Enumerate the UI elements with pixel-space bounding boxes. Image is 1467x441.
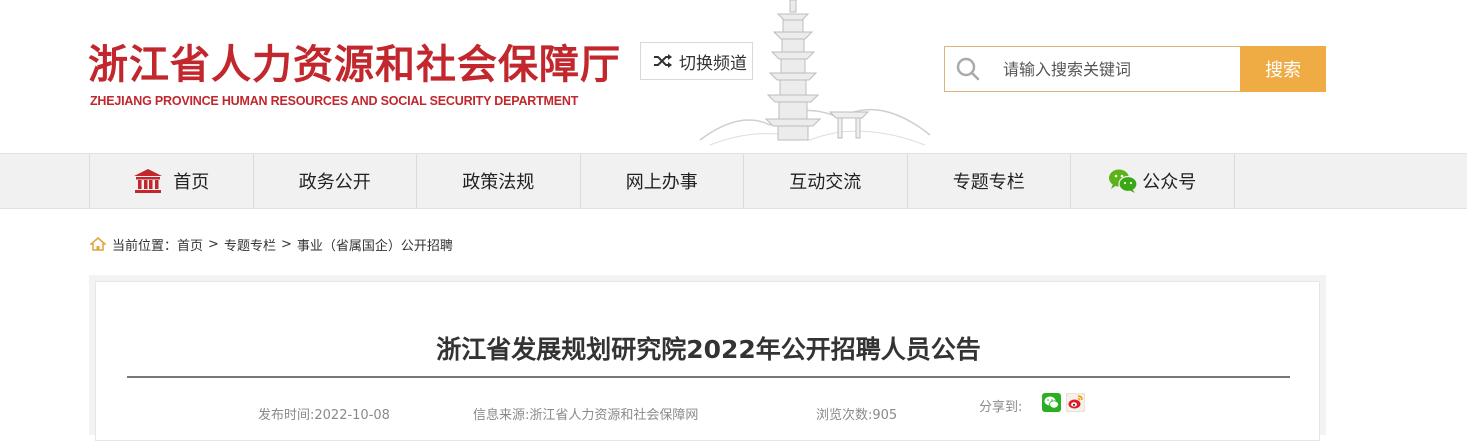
site-logo-title[interactable]: 浙江省人力资源和社会保障厅 [88, 32, 621, 90]
nav-item-label: 网上办事 [625, 172, 698, 193]
nav-item-home[interactable]: 首页 [90, 154, 254, 208]
search-input[interactable] [1003, 59, 1223, 79]
publish-time: 发布时间:2022-10-08 [258, 408, 390, 423]
breadcrumb-separator: > [208, 236, 219, 252]
share-label: 分享到: [979, 400, 1023, 415]
main-nav: 首页 政务公开 政策法规 网上办事 互动交流 专题专栏 公众号 [0, 153, 1467, 209]
breadcrumb-link-special-topics[interactable]: 专题专栏 [224, 235, 276, 254]
breadcrumb-prefix: 当前位置： [112, 238, 178, 254]
pagoda-illustration [699, 0, 931, 146]
nav-item-label: 政策法规 [462, 172, 535, 193]
nav-item-policies[interactable]: 政策法规 [417, 154, 581, 208]
nav-item-special-topics[interactable]: 专题专栏 [908, 154, 1071, 208]
nav-item-official-account[interactable]: 公众号 [1071, 154, 1235, 208]
info-source: 信息来源:浙江省人力资源和社会保障网 [473, 408, 699, 423]
shuffle-icon [654, 54, 672, 68]
search-box [944, 46, 1240, 92]
nav-item-label: 互动交流 [789, 172, 862, 193]
nav-item-label: 专题专栏 [952, 172, 1025, 193]
breadcrumb-link-recruitment[interactable]: 事业（省属国企）公开招聘 [297, 235, 453, 254]
weibo-share-icon[interactable] [1066, 393, 1085, 412]
breadcrumb: 当前位置： 首页 > 专题专栏 > 事业（省属国企）公开招聘 [90, 234, 453, 254]
view-count: 浏览次数:905 [816, 408, 898, 423]
site-logo-subtitle: ZHEJIANG PROVINCE HUMAN RESOURCES AND SO… [90, 94, 579, 108]
wechat-icon [1109, 169, 1138, 193]
site-header: 浙江省人力资源和社会保障厅 ZHEJIANG PROVINCE HUMAN RE… [0, 0, 1467, 153]
breadcrumb-link-home[interactable]: 首页 [177, 235, 203, 254]
article-container: 浙江省发展规划研究院2022年公开招聘人员公告 发布时间:2022-10-08 … [89, 275, 1326, 441]
search-button[interactable]: 搜索 [1240, 46, 1326, 92]
home-building-icon [134, 169, 163, 193]
nav-item-label: 首页 [173, 172, 210, 193]
title-divider [127, 376, 1290, 378]
search-bar: 搜索 [944, 46, 1326, 92]
search-icon [956, 57, 980, 81]
nav-item-online-services[interactable]: 网上办事 [581, 154, 744, 208]
article-title: 浙江省发展规划研究院2022年公开招聘人员公告 [436, 335, 981, 364]
home-icon [90, 237, 106, 251]
nav-item-interaction[interactable]: 互动交流 [744, 154, 908, 208]
nav-item-government-affairs[interactable]: 政务公开 [254, 154, 417, 208]
breadcrumb-separator: > [280, 236, 292, 252]
wechat-share-icon[interactable] [1042, 393, 1061, 412]
nav-item-label: 公众号 [1142, 172, 1197, 193]
article-card: 浙江省发展规划研究院2022年公开招聘人员公告 发布时间:2022-10-08 … [95, 281, 1320, 441]
nav-item-label: 政务公开 [298, 172, 371, 193]
